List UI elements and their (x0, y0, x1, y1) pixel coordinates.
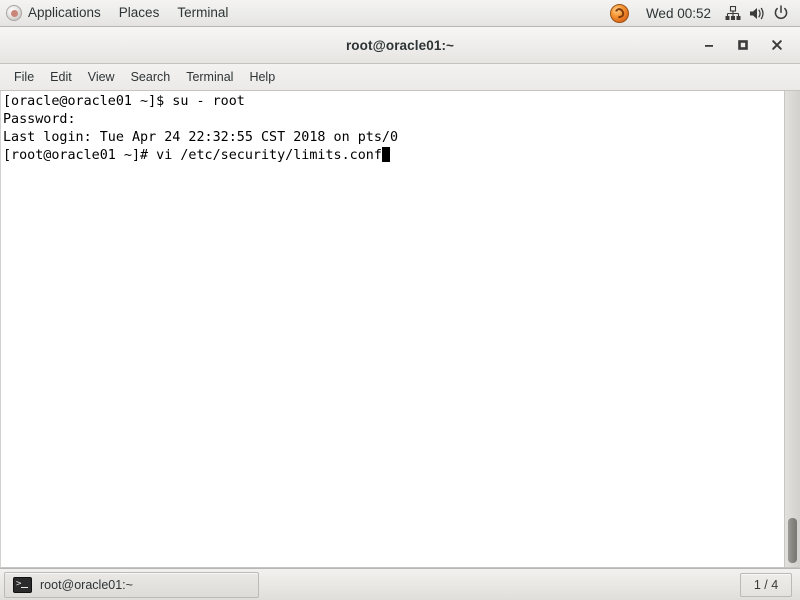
window-controls (700, 36, 800, 54)
terminal-window: root@oracle01:~ File Edit View Search Te… (0, 27, 800, 568)
window-list: root@oracle01:~ (0, 569, 259, 600)
menu-item-terminal[interactable]: Terminal (178, 66, 241, 89)
terminal-body: [oracle@oracle01 ~]$ su - root Password:… (0, 91, 800, 568)
taskbar-item-label: root@oracle01:~ (40, 577, 133, 592)
menu-bar: File Edit View Search Terminal Help (0, 64, 800, 91)
taskbar-item-terminal[interactable]: root@oracle01:~ (4, 571, 259, 598)
menu-item-search[interactable]: Search (123, 66, 179, 89)
desktop-screen: Applications Places Terminal Wed 00:52 r… (0, 0, 800, 600)
applications-menu-label: Applications (28, 5, 101, 20)
bottom-panel: root@oracle01:~ 1 / 4 (0, 568, 800, 600)
fedora-icon (6, 5, 22, 21)
close-button[interactable] (768, 36, 786, 54)
terminal-screen[interactable]: [oracle@oracle01 ~]$ su - root Password:… (1, 91, 784, 567)
menu-item-file[interactable]: File (6, 66, 42, 89)
minimize-button[interactable] (700, 36, 718, 54)
terminal-scrollbar[interactable] (784, 91, 799, 567)
volume-icon[interactable] (746, 3, 768, 23)
maximize-button[interactable] (734, 36, 752, 54)
scrollbar-thumb[interactable] (788, 518, 797, 563)
terminal-icon (13, 576, 32, 593)
places-menu[interactable]: Places (110, 2, 169, 24)
terminal-output: [oracle@oracle01 ~]$ su - root Password:… (3, 93, 784, 165)
terminal-menu[interactable]: Terminal (168, 2, 237, 24)
clock[interactable]: Wed 00:52 (637, 4, 720, 23)
firefox-icon[interactable] (609, 3, 629, 23)
power-icon[interactable] (770, 3, 792, 23)
terminal-output-text: [oracle@oracle01 ~]$ su - root Password:… (3, 94, 399, 163)
network-icon[interactable] (722, 3, 744, 23)
panel-status-area: Wed 00:52 (609, 3, 800, 23)
window-titlebar[interactable]: root@oracle01:~ (0, 27, 800, 64)
top-panel: Applications Places Terminal Wed 00:52 (0, 0, 800, 27)
menu-item-edit[interactable]: Edit (42, 66, 80, 89)
workspace-switcher[interactable]: 1 / 4 (740, 572, 792, 597)
window-title: root@oracle01:~ (345, 37, 455, 53)
menu-item-view[interactable]: View (80, 66, 123, 89)
menu-item-help[interactable]: Help (241, 66, 283, 89)
terminal-cursor (381, 147, 390, 162)
applications-menu[interactable]: Applications (0, 2, 110, 24)
